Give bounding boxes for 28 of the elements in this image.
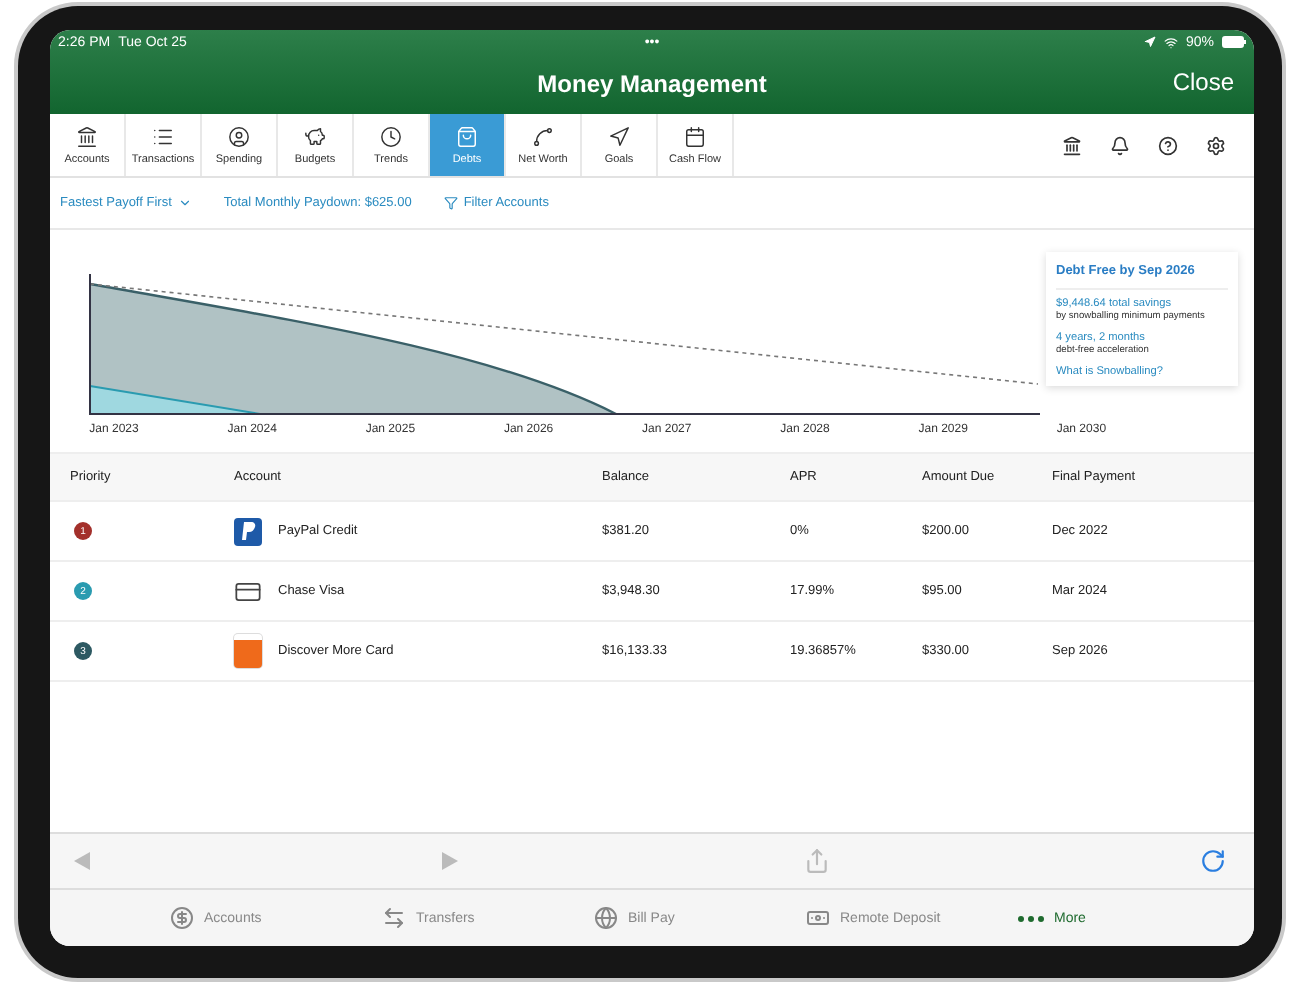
- cheque-icon: [806, 906, 830, 930]
- chevron-down-icon: [177, 196, 192, 210]
- more-icon: [1018, 915, 1044, 921]
- transfer-icon: [382, 906, 406, 930]
- bell-icon[interactable]: [1110, 135, 1130, 155]
- calendar-icon: [684, 125, 706, 147]
- help-icon[interactable]: [1158, 135, 1178, 155]
- close-button[interactable]: Close: [1172, 68, 1234, 96]
- globe-icon: [594, 906, 618, 930]
- piggy-bank-icon: [304, 125, 326, 147]
- battery-icon: [1221, 36, 1246, 48]
- card-icon: [234, 577, 262, 605]
- refresh-icon[interactable]: [1200, 848, 1226, 874]
- filter-icon: [443, 196, 458, 210]
- bank-icon[interactable]: [1062, 135, 1082, 155]
- location-icon: [1143, 36, 1156, 48]
- line-chart-icon: [532, 125, 554, 147]
- settings-icon[interactable]: [1206, 135, 1226, 155]
- user-icon: [228, 125, 250, 147]
- wifi-icon: [1163, 35, 1178, 49]
- bag-icon: [456, 125, 478, 147]
- bank-icon: [76, 125, 98, 147]
- navigation-icon: [608, 125, 630, 147]
- clock-icon: [380, 125, 402, 147]
- paypal-logo-icon: [234, 517, 262, 545]
- dollar-icon: [170, 906, 194, 930]
- window-title: Money Management: [537, 70, 767, 98]
- card-logo-icon: [234, 634, 262, 668]
